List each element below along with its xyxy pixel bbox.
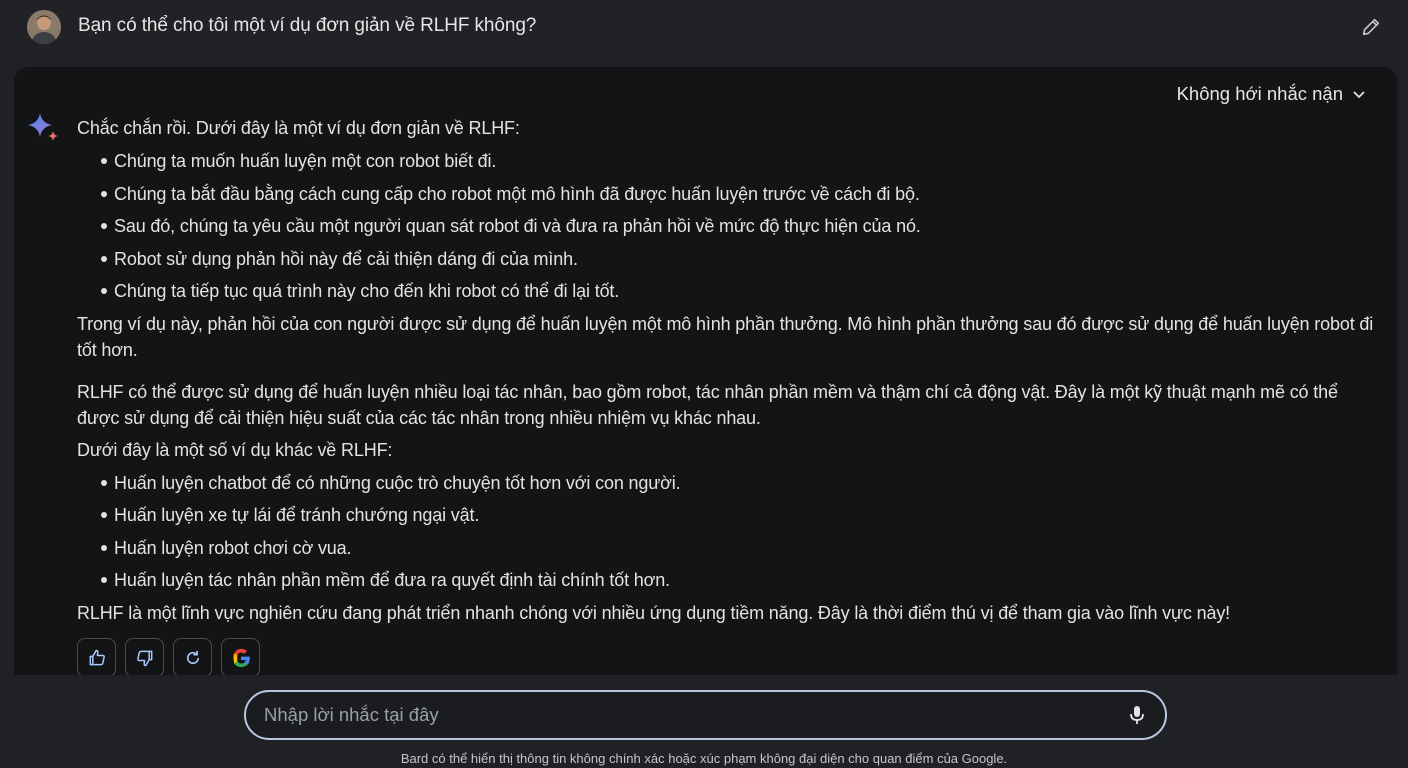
list-item: Huấn luyện tác nhân phần mềm để đưa ra q… xyxy=(77,567,1377,600)
list-item: Chúng ta muốn huấn luyện một con robot b… xyxy=(77,148,1377,181)
list-item: Chúng ta tiếp tục quá trình này cho đến … xyxy=(77,278,1377,311)
response-actions xyxy=(77,638,260,677)
pencil-icon xyxy=(1362,18,1380,36)
prompt-input[interactable] xyxy=(264,702,1104,728)
list-item: Huấn luyện xe tự lái để tránh chướng ngạ… xyxy=(77,502,1377,535)
thumbs-up-icon xyxy=(89,649,105,665)
list-item: Huấn luyện chatbot để có những cuộc trò … xyxy=(77,470,1377,503)
list-item: Chúng ta bắt đầu bằng cách cung cấp cho … xyxy=(77,181,1377,214)
regenerate-icon xyxy=(186,650,199,664)
user-avatar xyxy=(27,10,61,44)
response-conclusion: RLHF là một lĩnh vực nghiên cứu đang phá… xyxy=(77,602,1231,623)
microphone-icon xyxy=(1130,706,1144,724)
response-explanation: Trong ví dụ này, phản hồi của con người … xyxy=(77,313,1374,360)
thumbs-down-button[interactable] xyxy=(125,638,164,677)
user-prompt-row: Bạn có thể cho tôi một ví dụ đơn giản về… xyxy=(0,0,1408,60)
list-item: Huấn luyện robot chơi cờ vua. xyxy=(77,535,1377,568)
chevron-down-icon xyxy=(1353,91,1365,99)
response-intro: Chắc chắn rồi. Dưới đây là một ví dụ đơn… xyxy=(77,118,520,138)
bard-sparkle-icon xyxy=(26,111,62,147)
view-drafts-button[interactable]: Không hới nhắc nận xyxy=(1177,79,1367,109)
thumbs-down-icon xyxy=(136,650,152,666)
prompt-input-box xyxy=(244,690,1167,740)
google-icon xyxy=(232,648,250,667)
drafts-label: Không hới nhắc nận xyxy=(1176,83,1343,104)
examples-list: Huấn luyện chatbot để có những cuộc trò … xyxy=(77,470,1377,600)
response-paragraph: RLHF có thể được sử dụng để huấn luyện n… xyxy=(77,381,1338,428)
user-prompt-text: Bạn có thể cho tôi một ví dụ đơn giản về… xyxy=(78,15,537,36)
response-card: Không hới nhắc nận Chắc chắn rồi. Dưới đ… xyxy=(14,67,1397,677)
list-item: Sau đó, chúng ta yêu cầu một người quan … xyxy=(77,213,1377,246)
edit-prompt-button[interactable] xyxy=(1356,12,1386,42)
regenerate-button[interactable] xyxy=(173,638,212,677)
disclaimer-text: Bard có thể hiển thị thông tin không chí… xyxy=(400,751,1008,766)
examples-intro: Dưới đây là một số ví dụ khác về RLHF: xyxy=(77,439,393,460)
prompt-input-area: Bard có thể hiển thị thông tin không chí… xyxy=(0,675,1408,768)
steps-list: Chúng ta muốn huấn luyện một con robot b… xyxy=(77,148,1377,311)
microphone-button[interactable] xyxy=(1125,703,1149,727)
thumbs-up-button[interactable] xyxy=(77,638,116,677)
response-content: Chắc chắn rồi. Dưới đây là một ví dụ đơn… xyxy=(77,115,1377,626)
google-it-button[interactable] xyxy=(221,638,260,677)
list-item: Robot sử dụng phản hồi này để cải thiện … xyxy=(77,246,1377,279)
